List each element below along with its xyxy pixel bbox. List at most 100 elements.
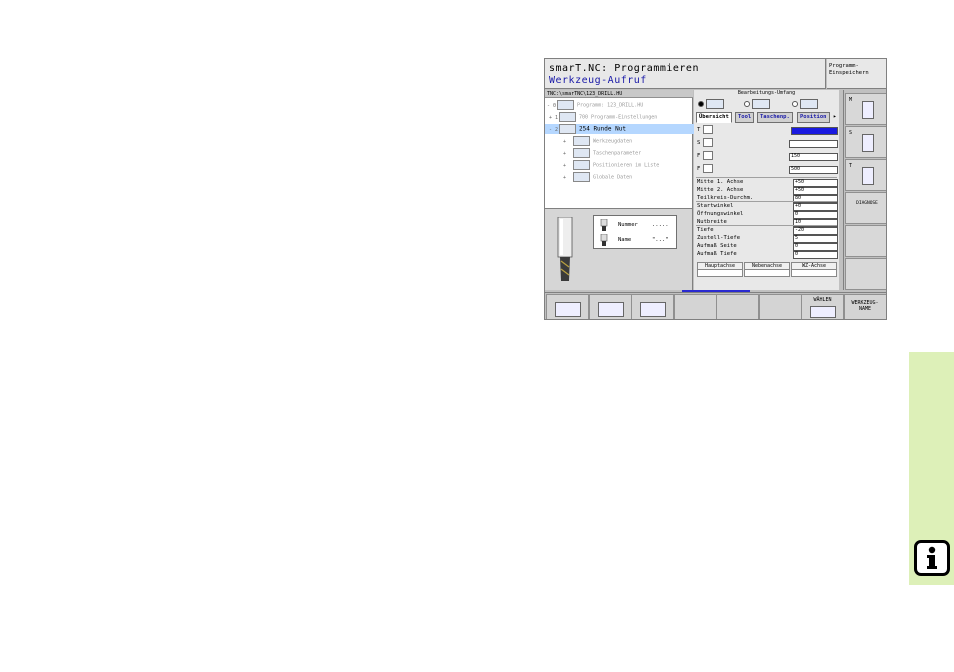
param-label: Mitte 2. Achse: [697, 187, 744, 193]
bottom-softkey[interactable]: WÄHLEN: [801, 294, 844, 319]
axis-main-header: Hauptachse: [697, 262, 743, 270]
tree-item[interactable]: + Taschenparameter: [545, 148, 710, 158]
bottom-softkey-bar: WÄHLEN WERKZEUG- NAME: [545, 292, 886, 319]
tree-item[interactable]: + Positionieren im Liste: [545, 160, 710, 170]
axis-main[interactable]: Hauptachse: [697, 262, 743, 277]
bottom-softkey[interactable]: [758, 294, 802, 319]
tree-expand-icon[interactable]: +: [563, 161, 573, 171]
param-label: Zustell-Tiefe: [697, 235, 741, 241]
param-input[interactable]: +0: [793, 203, 838, 211]
screen-title: Werkzeug-Aufruf: [549, 75, 647, 86]
machining-step-icon: [555, 302, 581, 317]
tree-node-icon: [559, 124, 576, 134]
tool-data-icon[interactable]: [703, 138, 713, 147]
tool-small-icon: [600, 219, 608, 231]
tool-info-box: Nummer ..... Name "...": [593, 215, 677, 249]
tree-expand-icon[interactable]: +: [563, 173, 573, 183]
bottom-softkey[interactable]: [546, 294, 589, 319]
side-softkey[interactable]: S: [845, 126, 886, 158]
tool-data-icon[interactable]: [703, 125, 713, 134]
bottom-softkey[interactable]: [588, 294, 632, 319]
tab-tool[interactable]: Tool: [735, 112, 755, 123]
side-softkey[interactable]: T: [845, 159, 886, 191]
tool-select-icon: [810, 306, 836, 318]
bottom-softkey[interactable]: WERKZEUG- NAME: [843, 294, 886, 319]
axis-secondary[interactable]: Nebenachse: [744, 262, 790, 277]
tree-node-icon: [573, 136, 590, 146]
tool-row-label: S: [697, 140, 701, 146]
tool-small-icon: [600, 234, 608, 246]
machining-icon: [752, 99, 770, 109]
form-divider: [696, 225, 837, 226]
param-input[interactable]: -20: [793, 227, 838, 235]
tool-row-input[interactable]: 500: [789, 166, 838, 174]
mode-line-2: Einspeichern: [829, 70, 869, 76]
side-softkey[interactable]: [845, 258, 886, 290]
scope-option-3[interactable]: [792, 99, 818, 109]
number-value: .....: [652, 222, 669, 228]
axis-tool-header: WZ-Achse: [791, 262, 837, 270]
param-input[interactable]: +50: [793, 187, 838, 195]
tree-item[interactable]: + Werkzeugdaten: [545, 136, 710, 146]
softkey-label: [675, 295, 716, 297]
tool-row-input[interactable]: [789, 140, 838, 148]
side-softkey-bar: M S T DIAGNOSE: [843, 90, 886, 290]
tree-item[interactable]: + 1 700 Programm-Einstellungen: [545, 112, 696, 122]
side-softkey[interactable]: M: [845, 93, 886, 125]
tab-scroll-icon[interactable]: ▸: [833, 112, 837, 121]
bottom-softkey[interactable]: [716, 294, 759, 319]
tree-node-icon: [573, 172, 590, 182]
bottom-softkey[interactable]: [673, 294, 717, 319]
tree-expand-icon[interactable]: - 0: [547, 101, 557, 111]
tree-item[interactable]: - 2 254 Runde Nut: [545, 124, 696, 134]
tab-overview[interactable]: Übersicht: [696, 112, 732, 123]
mode-indicator: Programm- Einspeichern: [827, 59, 886, 89]
param-label: Tiefe: [697, 227, 714, 233]
program-tree: - 0 Programm: 123_DRILL.HU + 1 700 Programm…: [545, 98, 696, 208]
bottom-softkey[interactable]: [631, 294, 674, 319]
tree-node-icon: [557, 100, 574, 110]
tree-expand-icon[interactable]: - 2: [549, 125, 559, 135]
softkey-label: DIAGNOSE: [856, 201, 878, 206]
softkey-label: [547, 295, 588, 297]
softkey-label: WÄHLEN: [813, 297, 832, 303]
mode-line-1: Programm-: [829, 63, 859, 69]
param-input[interactable]: 0: [793, 243, 838, 251]
tool-row-input[interactable]: 150: [789, 153, 838, 161]
machining-icon: [706, 99, 724, 109]
tool-row-label: F: [697, 153, 701, 159]
scope-option-2[interactable]: [744, 99, 770, 109]
machining-step-icon: [640, 302, 666, 317]
side-softkey[interactable]: [845, 225, 886, 257]
radio-icon: [698, 101, 704, 107]
param-input[interactable]: +50: [793, 179, 838, 187]
tree-expand-icon[interactable]: + 1: [549, 113, 559, 123]
app-header: smarT.NC: Programmieren Werkzeug-Aufruf: [545, 59, 826, 89]
param-input[interactable]: 0: [793, 251, 838, 259]
end-mill-icon: [557, 217, 573, 281]
param-input[interactable]: 0: [793, 211, 838, 219]
softkey-label: [717, 295, 758, 297]
param-input[interactable]: 5: [793, 235, 838, 243]
side-softkey[interactable]: DIAGNOSE: [845, 192, 886, 224]
tree-expand-icon[interactable]: +: [563, 137, 573, 147]
tree-item[interactable]: + Globale Daten: [545, 172, 710, 182]
tool-row-input[interactable]: [791, 127, 838, 135]
tree-item-label: 254 Runde Nut: [579, 125, 626, 133]
tree-expand-icon[interactable]: +: [563, 149, 573, 159]
param-label: Aufmaß Seite: [697, 243, 737, 249]
tab-position[interactable]: Position: [797, 112, 830, 123]
tool-data-icon[interactable]: [703, 164, 713, 173]
axis-tool[interactable]: WZ-Achse: [791, 262, 837, 277]
tree-item[interactable]: - 0 Programm: 123_DRILL.HU: [545, 100, 694, 110]
tool-data-icon[interactable]: [703, 151, 713, 160]
tool-row-label: F: [697, 166, 701, 172]
form-title: Bearbeitungs-Umfang: [737, 90, 796, 96]
softkey-label: [632, 295, 673, 297]
scope-option-1[interactable]: [698, 99, 724, 109]
axis-secondary-header: Nebenachse: [744, 262, 790, 270]
tab-pocket[interactable]: Taschenp.: [757, 112, 793, 123]
tree-item-label: Werkzeugdaten: [593, 138, 633, 145]
softkey-key: T: [849, 163, 853, 169]
machining-step-icon: [597, 302, 624, 317]
